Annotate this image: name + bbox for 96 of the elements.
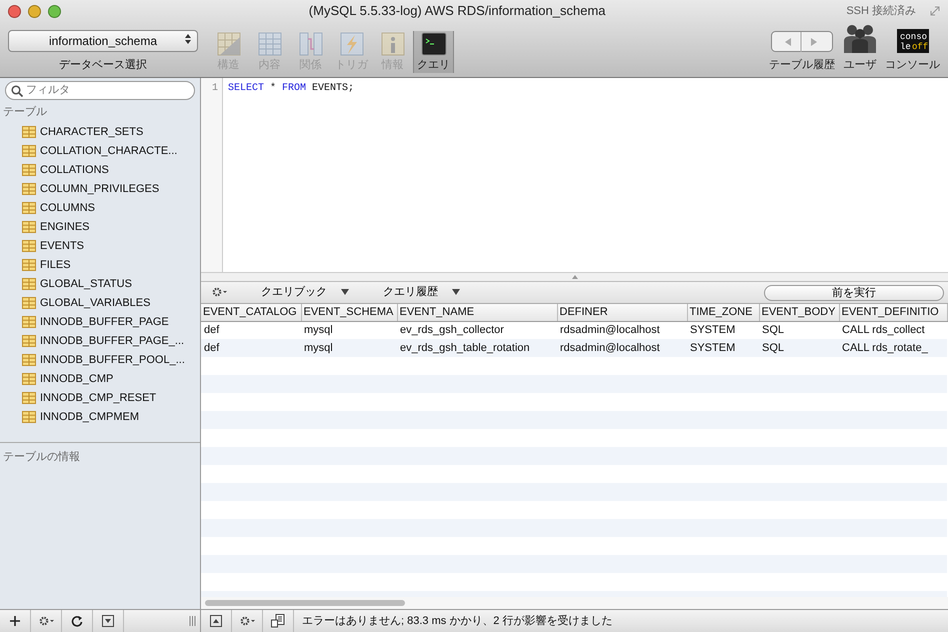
- dropdown-icon: [102, 615, 114, 627]
- console-badge-icon: conso le off: [896, 28, 928, 52]
- table-name[interactable]: INNODB_CMP: [40, 370, 114, 388]
- table-name[interactable]: GLOBAL_VARIABLES: [40, 294, 150, 312]
- column-header[interactable]: EVENT_DEFINITIO: [839, 304, 947, 321]
- table-cell: mysql: [301, 321, 397, 339]
- console-button[interactable]: conso le off コンソール: [885, 28, 940, 73]
- close-button[interactable]: [8, 4, 21, 18]
- filter-field[interactable]: フィルタ: [5, 81, 195, 100]
- table-name[interactable]: INNODB_BUFFER_PAGE: [40, 314, 169, 330]
- table-cell: rdsadmin@localhost: [557, 339, 687, 357]
- column-header[interactable]: TIME_ZONE: [687, 304, 759, 321]
- history-button[interactable]: テーブル履歴: [769, 30, 835, 73]
- table-icon: [22, 221, 36, 233]
- table-name[interactable]: FILES: [40, 256, 71, 274]
- search-icon: [11, 84, 23, 96]
- refresh-icon: [71, 615, 83, 627]
- query-text[interactable]: SELECT * FROM EVENTS;: [223, 78, 360, 272]
- table-name[interactable]: EVENTS: [40, 238, 84, 254]
- table-cell: mysql: [301, 339, 397, 357]
- table-name[interactable]: ENGINES: [40, 218, 90, 236]
- database-label: データベース選択: [59, 58, 147, 72]
- relations-icon: [298, 30, 324, 56]
- table-icon: [22, 145, 36, 157]
- column-header[interactable]: EVENT_SCHEMA: [301, 304, 397, 321]
- gear-icon: [239, 615, 255, 627]
- caret-icon: [452, 289, 460, 296]
- table-icon: [22, 278, 36, 290]
- table-name[interactable]: GLOBAL_STATUS: [40, 276, 132, 292]
- table-cell: CALL rds_rotate_: [839, 339, 947, 357]
- users-button[interactable]: ユーザ: [843, 22, 877, 73]
- table-name[interactable]: CHARACTER_SETS: [40, 124, 144, 140]
- users-icon: [843, 22, 877, 52]
- table-name[interactable]: COLLATIONS: [40, 162, 109, 178]
- table-icon: [22, 126, 36, 138]
- table-name[interactable]: COLUMNS: [40, 200, 96, 216]
- table-cell: def: [201, 339, 301, 357]
- table-name[interactable]: INNODB_CMP_RESET: [40, 390, 156, 406]
- database-select[interactable]: information_schema: [8, 30, 198, 52]
- table-name[interactable]: COLUMN_PRIVILEGES: [40, 180, 160, 198]
- column-header[interactable]: EVENT_BODY: [759, 304, 839, 321]
- table-icon: [22, 411, 36, 423]
- table-icon: [22, 373, 36, 385]
- status-message: エラーはありません; 83.3 ms かかり、2 行が影響を受けました: [301, 614, 612, 629]
- section-heading: テーブル: [2, 104, 48, 120]
- table-icon: [22, 297, 36, 309]
- gear-icon: [38, 615, 54, 627]
- column-header[interactable]: DEFINER: [557, 304, 687, 321]
- table-name[interactable]: COLLATION_CHARACTE...: [40, 142, 178, 160]
- table-cell: SQL: [759, 321, 839, 339]
- table-icon: [22, 259, 36, 271]
- table-icon: [22, 164, 36, 176]
- query-history-menu[interactable]: クエリ履歴: [377, 284, 466, 301]
- caret-icon: [341, 289, 349, 296]
- table-name[interactable]: INNODB_BUFFER_PAGE_...: [40, 332, 184, 350]
- scrollbar-thumb[interactable]: [205, 600, 405, 606]
- table-icon: [256, 30, 282, 56]
- updown-icon: [185, 34, 191, 44]
- resize-grip-icon: [189, 616, 196, 626]
- table-ruler-icon: [216, 30, 242, 56]
- info-icon: [380, 30, 406, 56]
- gear-icon: [211, 286, 227, 298]
- terminal-icon: [420, 30, 446, 56]
- lightning-table-icon: [338, 30, 364, 56]
- table-cell: ev_rds_gsh_collector: [397, 321, 557, 339]
- table-icon: [22, 354, 36, 366]
- table-name[interactable]: INNODB_BUFFER_POOL_...: [40, 352, 185, 368]
- table-cell: CALL rds_collect: [839, 321, 947, 339]
- window-title: (MySQL 5.5.33-log) AWS RDS/information_schema: [308, 2, 606, 20]
- view-tab[interactable]: クエリ: [413, 30, 454, 73]
- table-cell: SQL: [759, 339, 839, 357]
- minimize-button[interactable]: [28, 4, 41, 18]
- table-icon: [22, 240, 36, 252]
- zoom-button[interactable]: [48, 4, 61, 18]
- table-icon: [22, 316, 36, 328]
- table-cell: ev_rds_gsh_table_rotation: [397, 339, 557, 357]
- add-icon: [9, 615, 21, 627]
- table-icon: [22, 183, 36, 195]
- table-cell: SYSTEM: [687, 339, 759, 357]
- column-header[interactable]: EVENT_CATALOG: [201, 304, 301, 321]
- column-header[interactable]: EVENT_NAME: [397, 304, 557, 321]
- table-cell: SYSTEM: [687, 321, 759, 339]
- table-icon: [22, 202, 36, 214]
- table-cell: rdsadmin@localhost: [557, 321, 687, 339]
- query-favorites-menu[interactable]: クエリブック: [255, 284, 355, 301]
- back-forward-icon: [771, 30, 833, 52]
- connection-status: SSH 接続済み: [846, 4, 916, 19]
- line-number: 1: [201, 78, 223, 272]
- table-name[interactable]: INNODB_CMPMEM: [40, 408, 140, 426]
- filter-input[interactable]: フィルタ: [23, 82, 194, 99]
- documents-icon: [271, 614, 285, 628]
- table-cell: def: [201, 321, 301, 339]
- splitter-handle-icon[interactable]: [572, 275, 578, 279]
- run-previous-button[interactable]: 前を実行: [764, 284, 944, 300]
- table-icon: [22, 335, 36, 347]
- table-icon: [22, 392, 36, 404]
